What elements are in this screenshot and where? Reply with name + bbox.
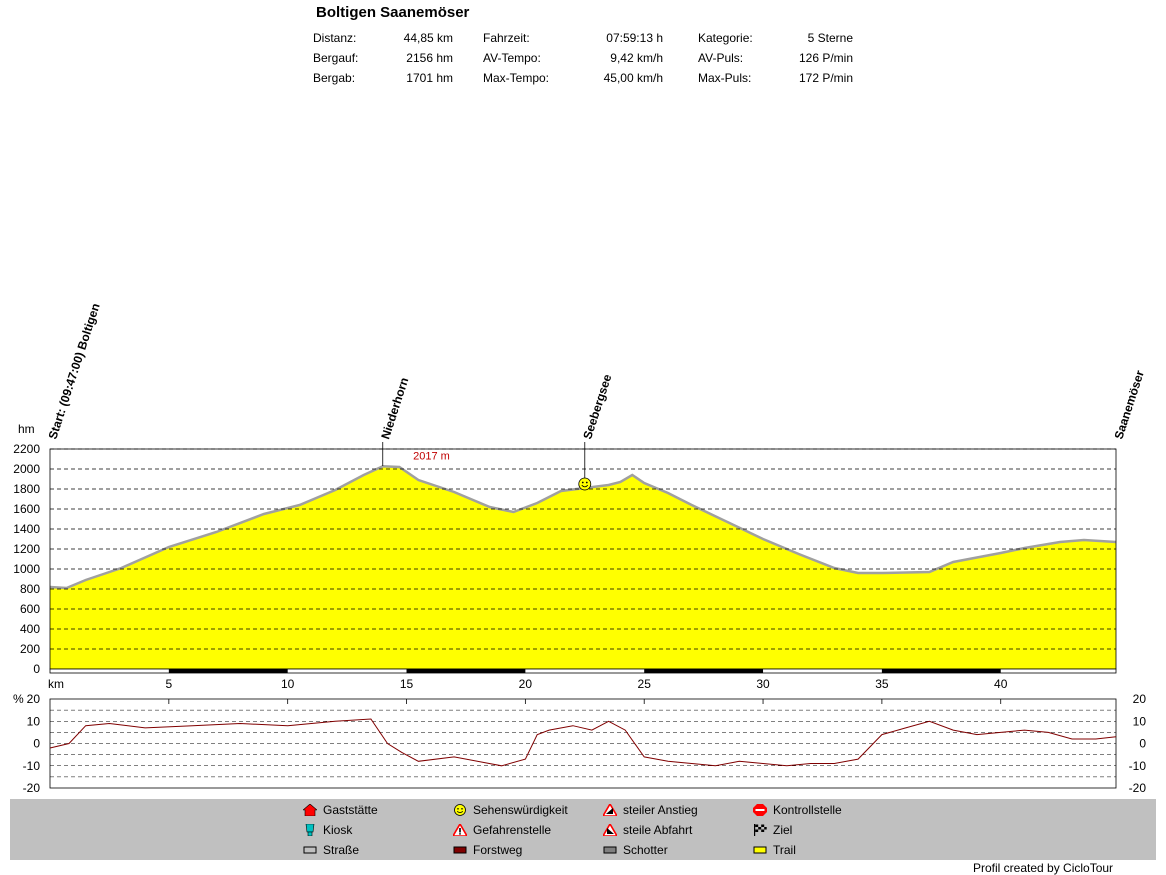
legend-item-kontrollstelle: Kontrollstelle — [753, 803, 842, 817]
elevation-profile-chart: 0200400600800100012001400160018002000220… — [13, 302, 1147, 795]
smiley-eye — [581, 481, 584, 484]
km-axis-segment — [644, 669, 764, 673]
smiley-icon — [578, 477, 592, 491]
legend-label: steiler Anstieg — [623, 803, 698, 817]
legend-label: Gaststätte — [323, 803, 378, 817]
stop-icon — [753, 804, 767, 816]
gravel-icon — [603, 846, 617, 854]
gradient-tick-left: -10 — [23, 759, 41, 773]
house-icon — [303, 804, 317, 816]
legend-item-gefahrenstelle: Gefahrenstelle — [453, 823, 551, 837]
legend-label: Kiosk — [323, 823, 353, 837]
peak-label: 2017 m — [413, 450, 450, 462]
legend-item-forstweg: Forstweg — [453, 843, 522, 857]
waypoint-label: Niederhorn — [378, 376, 411, 441]
legend-label: Sehenswürdigkeit — [473, 803, 568, 817]
gradient-tick-left: 0 — [33, 737, 40, 751]
legend-item-schotter: Schotter — [603, 843, 668, 857]
y-tick-label: 200 — [20, 642, 40, 656]
y-tick-label: 800 — [20, 582, 40, 596]
y-tick-label: 1800 — [13, 482, 40, 496]
legend-label: steile Abfahrt — [623, 823, 693, 837]
x-tick-label: 15 — [400, 677, 414, 691]
y-tick-label: 1400 — [13, 522, 40, 536]
x-tick-label: 35 — [875, 677, 889, 691]
trail-icon — [753, 846, 767, 854]
legend-label: Schotter — [623, 843, 668, 857]
gradient-axis-label: % — [13, 692, 24, 706]
legend-label: Gefahrenstelle — [473, 823, 552, 837]
x-tick-label: 30 — [756, 677, 770, 691]
kiosk-icon — [305, 824, 315, 836]
waypoint-label: Seebergsee — [580, 372, 614, 441]
y-tick-label: 2200 — [13, 442, 40, 456]
waypoint-label: Saanemöser — [1112, 368, 1147, 441]
gradient-tick-left: -20 — [23, 781, 41, 795]
steep-descent-icon — [603, 824, 617, 836]
legend-label: Ziel — [773, 823, 793, 837]
y-tick-label: 1000 — [13, 562, 40, 576]
gradient-tick-left: 20 — [27, 692, 41, 706]
legend-item-ziel: Ziel — [753, 823, 792, 837]
waypoint-label: Start: (09:47:00) Boltigen — [46, 302, 103, 441]
y-tick-label: 1200 — [13, 542, 40, 556]
legend-item-sehenswuerdigkeit: Sehenswürdigkeit — [453, 803, 568, 817]
warning-icon — [453, 824, 467, 836]
gradient-tick-left: 10 — [27, 714, 41, 728]
legend-label: Kontrollstelle — [773, 803, 842, 817]
x-tick-label: 20 — [519, 677, 533, 691]
x-tick-label: 10 — [281, 677, 295, 691]
legend-item-steile-abfahrt: steile Abfahrt — [603, 823, 692, 837]
y-tick-label: 600 — [20, 602, 40, 616]
x-tick-label: 5 — [165, 677, 172, 691]
legend-item-strasse: Straße — [303, 843, 359, 857]
km-axis-segment — [406, 669, 526, 673]
finish-flag-icon — [754, 824, 767, 836]
elevation-area — [50, 467, 1116, 669]
gradient-tick-right: 10 — [1133, 714, 1147, 728]
y-tick-label: 400 — [20, 622, 40, 636]
km-axis-segment — [881, 669, 1001, 673]
steep-climb-icon — [603, 804, 617, 816]
km-axis-segment — [168, 669, 288, 673]
legend-label: Forstweg — [473, 843, 523, 857]
forest-road-icon — [453, 846, 467, 854]
y-axis-label: hm — [18, 422, 35, 436]
legend-item-kiosk: Kiosk — [303, 823, 352, 837]
x-axis-label: km — [48, 677, 64, 691]
gradient-tick-right: 20 — [1133, 692, 1147, 706]
road-icon — [303, 846, 317, 854]
legend-item-gaststaette: Gaststätte — [303, 803, 378, 817]
y-tick-label: 2000 — [13, 462, 40, 476]
gradient-tick-right: 0 — [1139, 737, 1146, 751]
footer-credit: Profil created by CicloTour — [973, 861, 1114, 875]
y-tick-label: 0 — [33, 662, 40, 676]
smiley-eye — [585, 481, 588, 484]
gradient-tick-right: -20 — [1129, 781, 1147, 795]
gradient-tick-right: -10 — [1129, 759, 1147, 773]
legend-item-steiler-anstieg: steiler Anstieg — [603, 803, 698, 817]
legend-label: Straße — [323, 843, 360, 857]
y-tick-label: 1600 — [13, 502, 40, 516]
legend-item-trail: Trail — [753, 843, 796, 857]
smiley-icon — [454, 804, 466, 816]
x-tick-label: 40 — [994, 677, 1008, 691]
x-tick-label: 25 — [638, 677, 652, 691]
legend-label: Trail — [773, 843, 796, 857]
legend: Gaststätte Sehenswürdigkeit steiler Anst… — [10, 799, 1156, 860]
